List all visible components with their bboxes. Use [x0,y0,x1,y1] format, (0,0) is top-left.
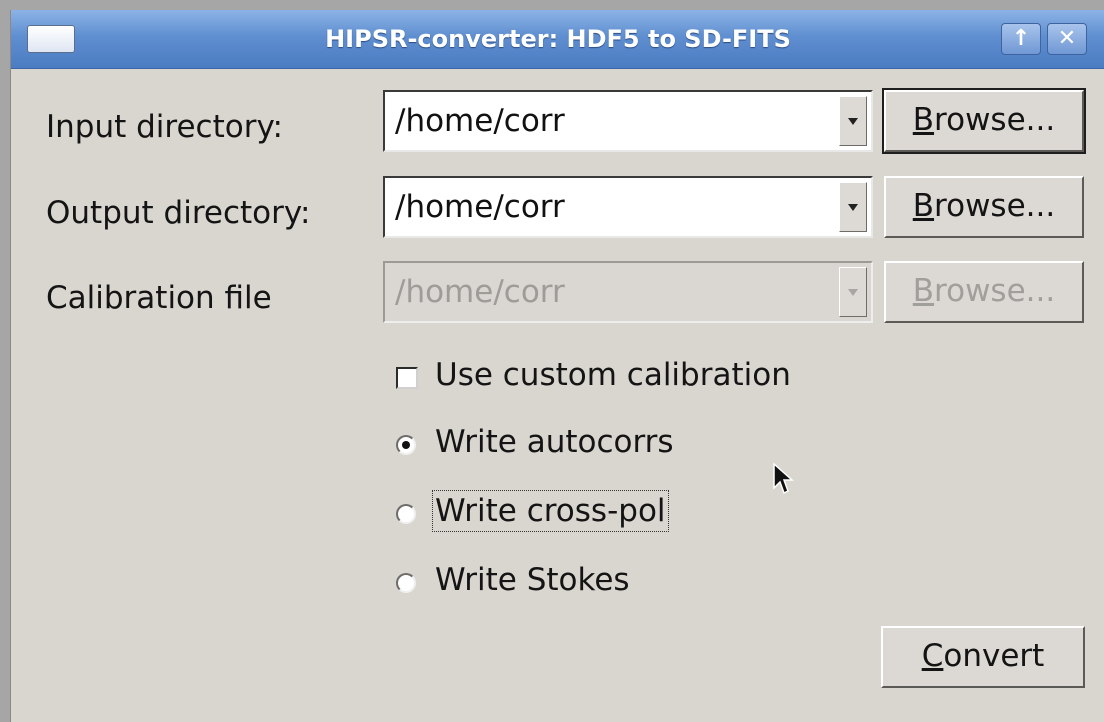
output-directory-value[interactable]: /home/corr [395,178,565,236]
output-directory-label: Output directory: [46,195,311,231]
mouse-pointer-icon [773,462,794,495]
window-title: HIPSR-converter: HDF5 to SD-FITS [325,25,791,53]
title-bar[interactable]: HIPSR-converter: HDF5 to SD-FITS ↑ ✕ [11,10,1104,69]
input-directory-value[interactable]: /home/corr [395,92,565,150]
converter-window: HIPSR-converter: HDF5 to SD-FITS ↑ ✕ Inp… [10,10,1104,722]
write-cross-pol-label[interactable]: Write cross-pol [432,490,669,532]
input-browse-button[interactable]: Browse... [882,88,1086,154]
output-browse-label: rowse... [934,188,1056,224]
custom-calibration-checkbox[interactable] [396,367,418,389]
chevron-down-icon[interactable] [839,96,867,146]
calibration-file-value: /home/corr [395,274,565,310]
convert-button[interactable]: Convert [881,626,1085,688]
chevron-down-icon [839,267,867,317]
convert-label: onvert [943,638,1045,674]
write-cross-pol-radio[interactable] [396,504,416,524]
input-browse-mnemonic: B [912,102,935,138]
calibration-browse-button: Browse... [884,261,1084,323]
input-browse-label: rowse... [934,102,1056,138]
write-autocorrs-label[interactable]: Write autocorrs [435,424,674,460]
calibration-browse-label: rowse... [934,273,1056,309]
calibration-file-label: Calibration file [46,280,272,316]
input-directory-label: Input directory: [46,109,283,145]
write-stokes-radio[interactable] [396,573,416,593]
chevron-down-icon[interactable] [839,182,867,232]
calibration-browse-mnemonic: B [912,273,935,309]
calibration-file-combo: /home/corr [383,261,873,323]
output-browse-button[interactable]: Browse... [884,176,1084,238]
write-stokes-label[interactable]: Write Stokes [435,562,630,598]
output-browse-mnemonic: B [912,188,935,224]
custom-calibration-label[interactable]: Use custom calibration [435,357,791,393]
input-directory-combo[interactable]: /home/corr [383,90,873,152]
arrow-up-icon[interactable]: ↑ [1001,23,1041,55]
convert-mnemonic: C [921,638,944,674]
output-directory-combo[interactable]: /home/corr [383,176,873,238]
write-autocorrs-radio[interactable] [396,435,416,455]
close-icon[interactable]: ✕ [1047,23,1087,55]
window-menu-icon[interactable] [27,25,75,53]
